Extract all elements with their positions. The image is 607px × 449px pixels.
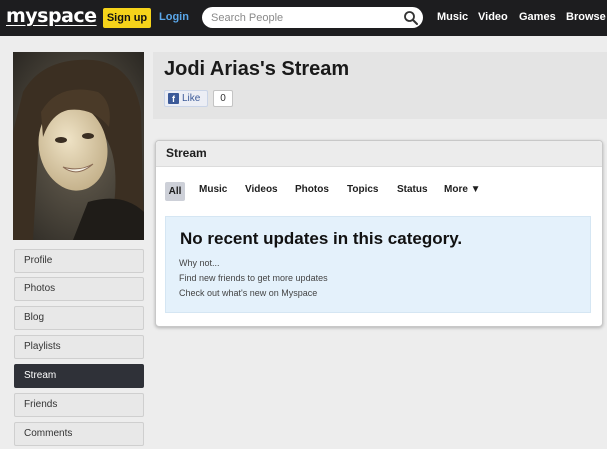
tab-status[interactable]: Status bbox=[397, 184, 428, 195]
tab-music[interactable]: Music bbox=[199, 184, 227, 195]
whats-new-link[interactable]: Check out what's new on Myspace bbox=[179, 288, 317, 298]
like-count: 0 bbox=[213, 90, 233, 107]
profile-photo-image bbox=[13, 52, 144, 240]
like-label: Like bbox=[182, 93, 201, 104]
top-bar: myspace Sign up Login Music Video Games … bbox=[0, 0, 607, 36]
empty-state-box: No recent updates in this category. Why … bbox=[165, 216, 591, 313]
myspace-logo[interactable]: myspace bbox=[6, 5, 97, 27]
tab-more[interactable]: More ▼ bbox=[444, 184, 481, 195]
profile-header: Jodi Arias's Stream f Like 0 bbox=[153, 52, 607, 119]
find-friends-link[interactable]: Find new friends to get more updates bbox=[179, 273, 328, 283]
nav-video[interactable]: Video bbox=[478, 11, 508, 23]
tab-topics[interactable]: Topics bbox=[347, 184, 378, 195]
stream-header: Stream bbox=[156, 141, 602, 167]
login-link[interactable]: Login bbox=[159, 11, 189, 23]
stream-title: Stream bbox=[166, 146, 207, 160]
sidebar-item-comments[interactable]: Comments bbox=[14, 422, 144, 446]
signup-button[interactable]: Sign up bbox=[103, 8, 151, 28]
search-input[interactable] bbox=[211, 10, 396, 25]
stream-panel: Stream All Music Videos Photos Topics St… bbox=[155, 140, 603, 327]
why-not-text: Why not... bbox=[179, 258, 220, 268]
nav-music[interactable]: Music bbox=[437, 11, 468, 23]
sidebar-item-playlists[interactable]: Playlists bbox=[14, 335, 144, 359]
facebook-icon: f bbox=[168, 93, 179, 104]
sidebar-item-stream[interactable]: Stream bbox=[14, 364, 144, 388]
empty-state-heading: No recent updates in this category. bbox=[180, 229, 463, 248]
page-title: Jodi Arias's Stream bbox=[164, 58, 350, 80]
search-box bbox=[202, 7, 423, 28]
search-icon[interactable] bbox=[403, 10, 419, 26]
tab-photos[interactable]: Photos bbox=[295, 184, 329, 195]
nav-games[interactable]: Games bbox=[519, 11, 556, 23]
facebook-like-button[interactable]: f Like bbox=[164, 90, 208, 107]
sidebar-item-blog[interactable]: Blog bbox=[14, 306, 144, 330]
tab-all[interactable]: All bbox=[165, 182, 185, 201]
profile-photo[interactable] bbox=[13, 52, 144, 240]
tab-videos[interactable]: Videos bbox=[245, 184, 278, 195]
nav-browse[interactable]: Browse bbox=[566, 11, 606, 23]
sidebar-item-photos[interactable]: Photos bbox=[14, 277, 144, 301]
sidebar-item-friends[interactable]: Friends bbox=[14, 393, 144, 417]
sidebar-item-profile[interactable]: Profile bbox=[14, 249, 144, 273]
